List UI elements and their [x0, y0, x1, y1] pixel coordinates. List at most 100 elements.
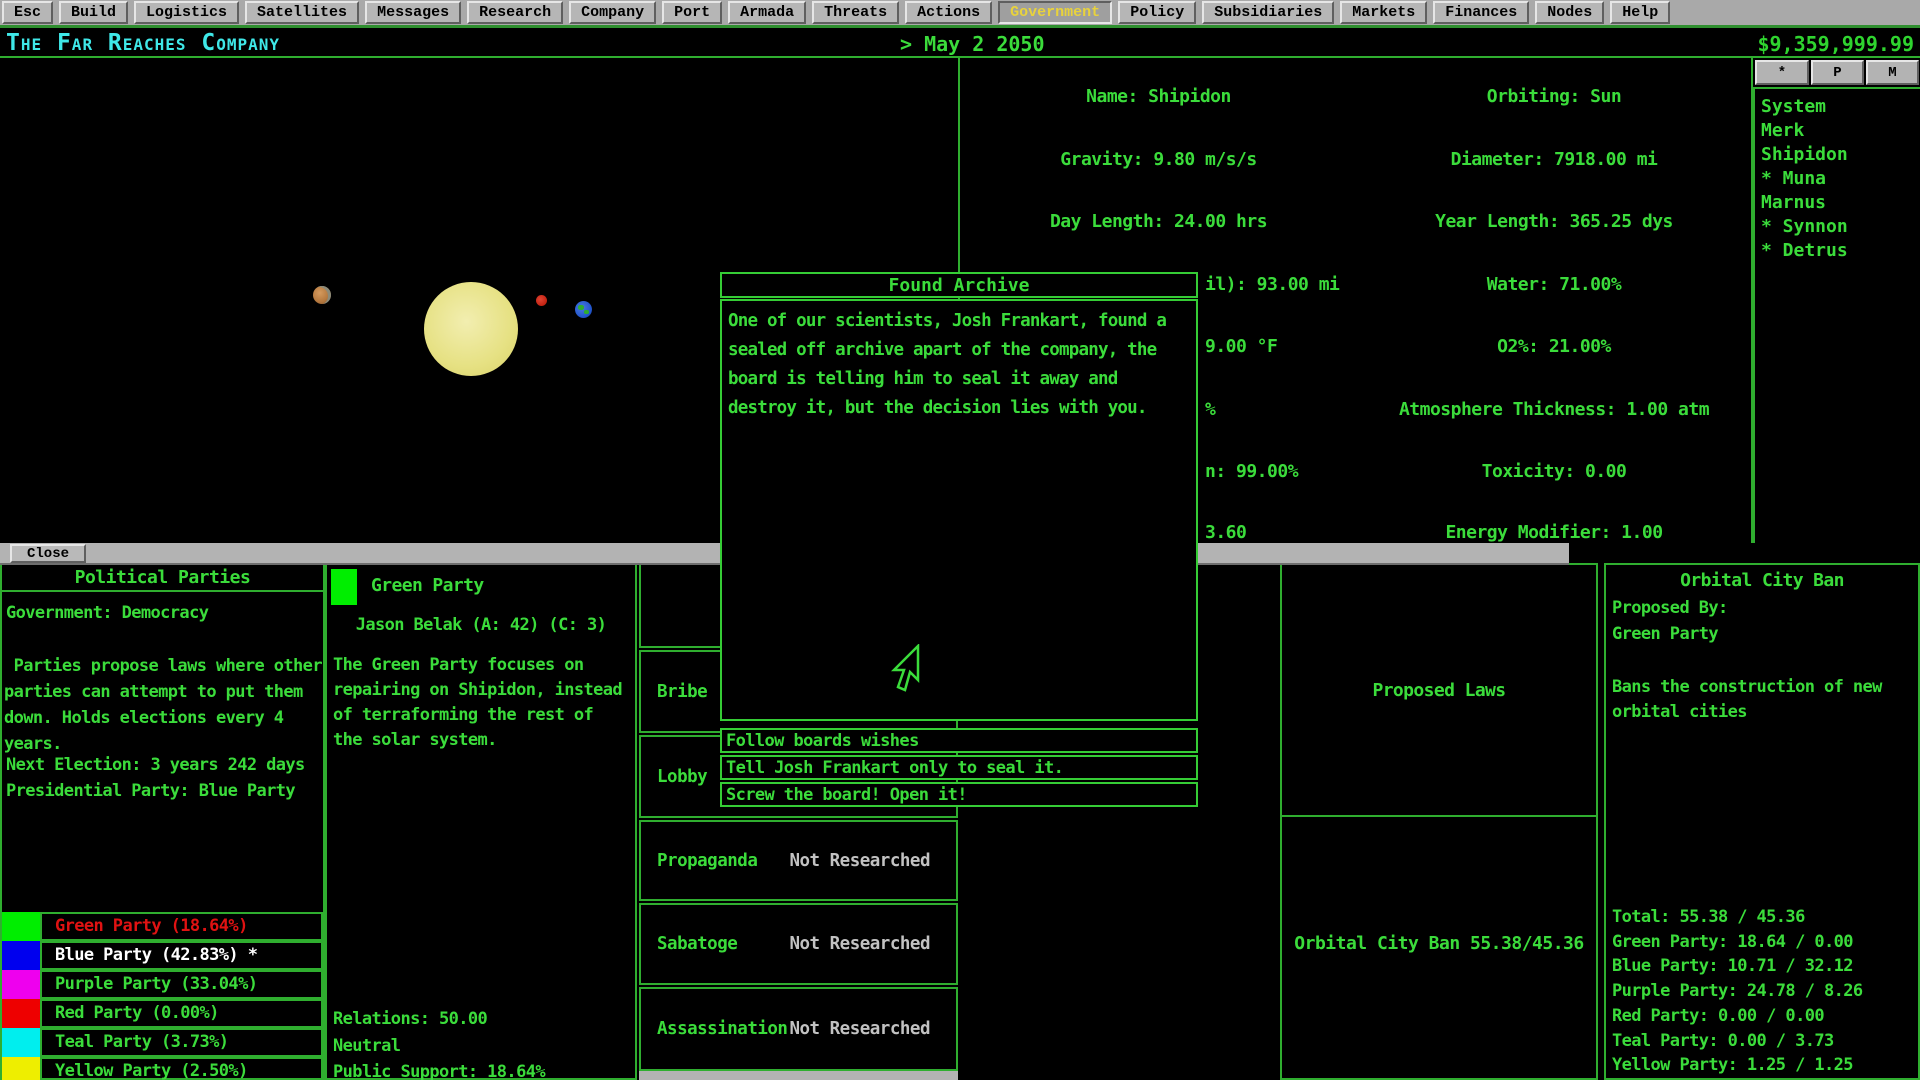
- action-status: Not Researched: [789, 934, 930, 954]
- party-detail-panel: Green Party Jason Belak (A: 42) (C: 3) T…: [325, 563, 637, 1080]
- law-vote-breakdown: Total: 55.38 / 45.36 Green Party: 18.64 …: [1612, 905, 1863, 1078]
- menu-item-government[interactable]: Government: [998, 1, 1112, 24]
- sidebar-p-button[interactable]: P: [1811, 60, 1864, 85]
- title-bar: The Far Reaches Company > May 2 2050 $9,…: [0, 28, 1920, 56]
- government-type: Government: Democracy: [6, 603, 208, 623]
- sidebar-item-detrus[interactable]: * Detrus: [1761, 239, 1920, 263]
- party-row-label: Blue Party (42.83%) *: [40, 941, 323, 970]
- party-detail-title: Green Party: [371, 575, 484, 596]
- party-public-support: Public Support: 18.64%: [333, 1062, 545, 1080]
- sidebar-m-button[interactable]: M: [1866, 60, 1919, 85]
- game-screen: Esc Build Logistics Satellites Messages …: [0, 0, 1920, 1080]
- law-description: Bans the construction of new orbital cit…: [1612, 675, 1912, 725]
- party-relations: Relations: 50.00: [333, 1009, 487, 1029]
- vote-yellow: Yellow Party: 1.25 / 1.25: [1612, 1053, 1863, 1078]
- sun[interactable]: [424, 282, 518, 376]
- sidebar-item-shipidon[interactable]: Shipidon: [1761, 143, 1920, 167]
- menu-item-messages[interactable]: Messages: [365, 1, 461, 24]
- action-label: Propaganda: [657, 851, 757, 871]
- game-date: > May 2 2050: [900, 32, 1045, 56]
- dialog-option-open-it[interactable]: Screw the board! Open it!: [720, 782, 1198, 807]
- party-leader: Jason Belak (A: 42) (C: 3): [327, 615, 635, 635]
- sidebar-item-muna[interactable]: * Muna: [1761, 167, 1920, 191]
- law-detail-panel: Orbital City Ban Proposed By: Green Part…: [1604, 563, 1920, 1080]
- party-row-green[interactable]: Green Party (18.64%): [2, 912, 323, 941]
- action-assassination[interactable]: Assassination Not Researched: [639, 987, 958, 1071]
- sidebar-item-synnon[interactable]: * Synnon: [1761, 215, 1920, 239]
- action-status: Not Researched: [789, 1019, 930, 1039]
- government-description: Parties propose laws where other parties…: [4, 653, 323, 757]
- planet-stat-fragment: n: 99.00%: [1205, 461, 1298, 482]
- event-dialog: Found Archive One of our scientists, Jos…: [720, 272, 1198, 809]
- top-menu-bar: Esc Build Logistics Satellites Messages …: [0, 0, 1920, 28]
- sidebar-star-button[interactable]: *: [1755, 60, 1809, 85]
- menu-item-build[interactable]: Build: [59, 1, 128, 24]
- red-planet[interactable]: [536, 295, 547, 306]
- action-label: Bribe: [657, 682, 707, 702]
- menu-item-company[interactable]: Company: [569, 1, 656, 24]
- action-status: Not Researched: [789, 851, 930, 871]
- proposed-laws-panel: Proposed Laws Orbital City Ban 55.38/45.…: [1280, 563, 1598, 1080]
- action-propaganda[interactable]: Propaganda Not Researched: [639, 820, 958, 901]
- menu-item-nodes[interactable]: Nodes: [1535, 1, 1604, 24]
- earth-like-planet[interactable]: [575, 301, 592, 318]
- planet-year-length: Year Length: 365.25 dys: [1357, 211, 1751, 232]
- political-parties-header: Political Parties: [2, 565, 323, 592]
- menu-item-actions[interactable]: Actions: [905, 1, 992, 24]
- menu-item-satellites[interactable]: Satellites: [245, 1, 359, 24]
- party-color-swatch: [2, 941, 40, 970]
- sidebar-item-system[interactable]: System: [1761, 95, 1920, 119]
- menu-item-research[interactable]: Research: [467, 1, 563, 24]
- party-row-blue[interactable]: Blue Party (42.83%) *: [2, 941, 323, 970]
- party-row-teal[interactable]: Teal Party (3.73%): [2, 1028, 323, 1057]
- planet-stat-fragment: %: [1205, 399, 1215, 420]
- party-row-red[interactable]: Red Party (0.00%): [2, 999, 323, 1028]
- party-row-label: Purple Party (33.04%): [40, 970, 323, 999]
- party-row-purple[interactable]: Purple Party (33.04%): [2, 970, 323, 999]
- planet-diameter: Diameter: 7918.00 mi: [1357, 149, 1751, 170]
- planet-day-length: Day Length: 24.00 hrs: [960, 211, 1357, 232]
- party-row-yellow[interactable]: Yellow Party (2.50%): [2, 1057, 323, 1080]
- orange-planet[interactable]: [313, 286, 331, 304]
- vote-total: Total: 55.38 / 45.36: [1612, 905, 1863, 930]
- planet-name: Name: Shipidon: [960, 86, 1357, 107]
- law-proposed-by: Green Party: [1612, 624, 1718, 644]
- menu-item-finances[interactable]: Finances: [1433, 1, 1529, 24]
- continent: [578, 305, 584, 310]
- money-balance: $9,359,999.99: [1757, 32, 1914, 56]
- menu-item-port[interactable]: Port: [662, 1, 722, 24]
- vote-green: Green Party: 18.64 / 0.00: [1612, 930, 1863, 955]
- action-label: Sabatoge: [657, 934, 737, 954]
- political-parties-panel: Political Parties Government: Democracy …: [0, 563, 325, 1080]
- menu-item-logistics[interactable]: Logistics: [134, 1, 239, 24]
- action-label: Lobby: [657, 767, 707, 787]
- menu-item-subsidiaries[interactable]: Subsidiaries: [1202, 1, 1334, 24]
- party-color-swatch: [2, 912, 40, 941]
- dialog-title: Found Archive: [720, 272, 1198, 298]
- planet-energy-modifier: Energy Modifier: 1.00: [1357, 522, 1751, 543]
- company-name: The Far Reaches Company: [6, 30, 280, 56]
- party-color-swatch: [2, 999, 40, 1028]
- party-stance: Neutral: [333, 1036, 400, 1056]
- menu-item-esc[interactable]: Esc: [2, 1, 53, 24]
- selected-party-swatch: [331, 569, 357, 605]
- planet-toxicity: Toxicity: 0.00: [1357, 461, 1751, 482]
- party-color-swatch: [2, 1057, 40, 1080]
- cursor-icon: [884, 644, 924, 696]
- action-sabatoge[interactable]: Sabatoge Not Researched: [639, 903, 958, 985]
- planet-temperature-fragment: 9.00 °F: [1205, 336, 1277, 357]
- presidential-party: Presidential Party: Blue Party: [6, 781, 295, 801]
- vote-blue: Blue Party: 10.71 / 32.12: [1612, 954, 1863, 979]
- menu-item-help[interactable]: Help: [1610, 1, 1670, 24]
- sidebar-item-merk[interactable]: Merk: [1761, 119, 1920, 143]
- close-button[interactable]: Close: [10, 544, 86, 563]
- menu-item-policy[interactable]: Policy: [1118, 1, 1196, 24]
- law-list-item-orbital-city-ban[interactable]: Orbital City Ban 55.38/45.36: [1282, 933, 1596, 954]
- action-label: Assassination: [657, 1019, 787, 1039]
- menu-item-markets[interactable]: Markets: [1340, 1, 1427, 24]
- menu-item-threats[interactable]: Threats: [812, 1, 899, 24]
- sidebar-item-marnus[interactable]: Marnus: [1761, 191, 1920, 215]
- dialog-option-follow-board[interactable]: Follow boards wishes: [720, 728, 1198, 753]
- dialog-option-seal-only[interactable]: Tell Josh Frankart only to seal it.: [720, 755, 1198, 780]
- menu-item-armada[interactable]: Armada: [728, 1, 806, 24]
